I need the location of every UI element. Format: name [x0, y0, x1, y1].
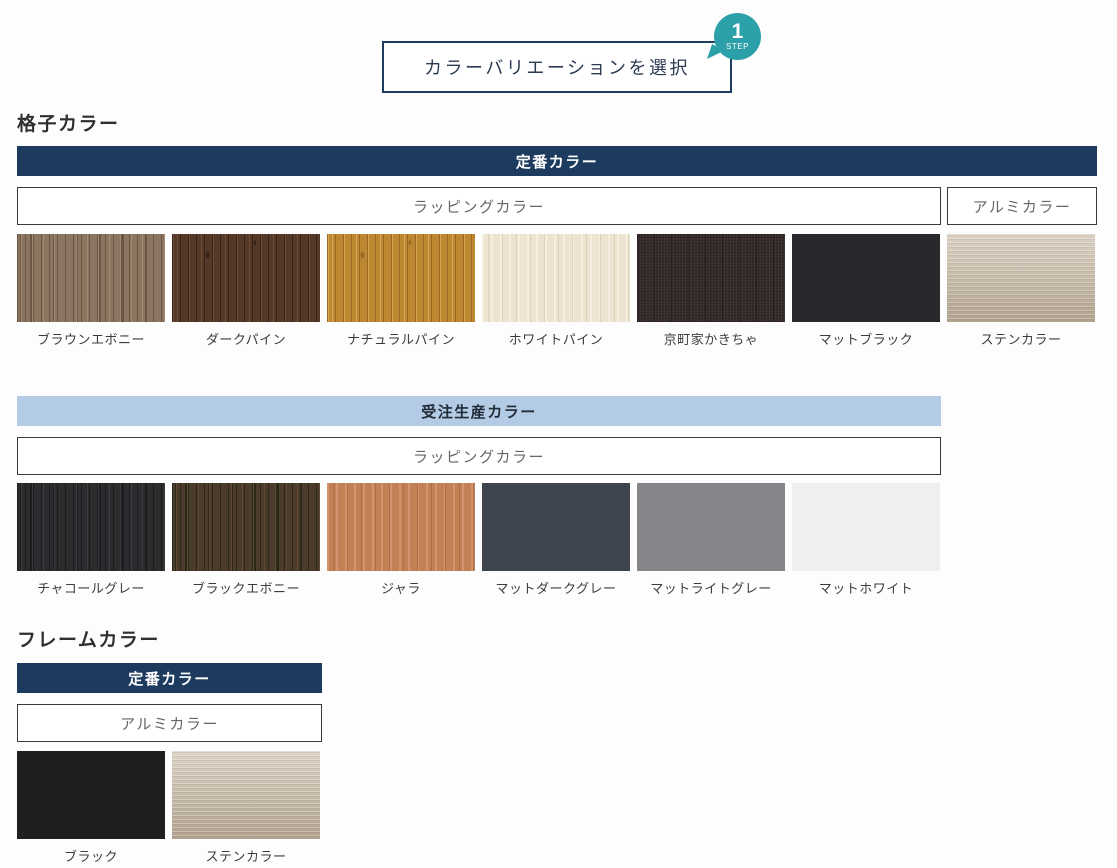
step-number: 1	[732, 21, 744, 42]
frame-swatch-row: ブラック ステンカラー	[17, 751, 1097, 865]
wrapping-color-box: ラッピングカラー	[17, 187, 941, 225]
swatch-image[interactable]	[482, 234, 630, 322]
swatch-image[interactable]	[482, 483, 630, 571]
frame-section-heading: フレームカラー	[17, 628, 1097, 654]
swatch-label: 京町家かきちゃ	[637, 329, 785, 348]
swatch-image[interactable]	[637, 483, 785, 571]
swatch-image[interactable]	[17, 234, 165, 322]
step-label: STEP	[726, 42, 749, 52]
swatch-black-ebony[interactable]: ブラックエボニー	[172, 483, 320, 597]
lattice-made-to-order-swatch-row: チャコールグレー ブラックエボニー ジャラ マットダークグレー マットライトグレ…	[17, 483, 1097, 597]
swatch-label: ホワイトパイン	[482, 329, 630, 348]
lattice-standard-category-row: ラッピングカラー アルミカラー	[17, 187, 1097, 225]
aluminum-color-box: アルミカラー	[947, 187, 1097, 225]
swatch-jarrah[interactable]: ジャラ	[327, 483, 475, 597]
aluminum-color-box: アルミカラー	[17, 704, 322, 742]
swatch-label: ジャラ	[327, 578, 475, 597]
lattice-standard-swatch-row: ブラウンエボニー ダークパイン ナチュラルパイン ホワイトパイン 京町家かきちゃ…	[17, 234, 1097, 348]
swatch-stainless-color[interactable]: ステンカラー	[172, 751, 320, 865]
swatch-matte-white[interactable]: マットホワイト	[792, 483, 940, 597]
swatch-matte-light-gray[interactable]: マットライトグレー	[637, 483, 785, 597]
swatch-label: ブラック	[17, 846, 165, 865]
swatch-image[interactable]	[637, 234, 785, 322]
swatch-label: マットホワイト	[792, 578, 940, 597]
swatch-label: マットライトグレー	[637, 578, 785, 597]
swatch-image[interactable]	[172, 234, 320, 322]
swatch-label: ブラックエボニー	[172, 578, 320, 597]
swatch-image[interactable]	[172, 751, 320, 839]
swatch-image[interactable]	[17, 751, 165, 839]
swatch-white-pine[interactable]: ホワイトパイン	[482, 234, 630, 348]
swatch-dark-pine[interactable]: ダークパイン	[172, 234, 320, 348]
standard-color-bar: 定番カラー	[17, 663, 322, 693]
swatch-image[interactable]	[17, 483, 165, 571]
swatch-matte-black[interactable]: マットブラック	[792, 234, 940, 348]
swatch-image[interactable]	[327, 483, 475, 571]
swatch-label: マットダークグレー	[482, 578, 630, 597]
swatch-label: ステンカラー	[947, 329, 1095, 348]
lattice-section-heading: 格子カラー	[17, 112, 1097, 138]
swatch-black[interactable]: ブラック	[17, 751, 165, 865]
swatch-image[interactable]	[327, 234, 475, 322]
swatch-image[interactable]	[792, 483, 940, 571]
swatch-charcoal-gray[interactable]: チャコールグレー	[17, 483, 165, 597]
swatch-matte-dark-gray[interactable]: マットダークグレー	[482, 483, 630, 597]
swatch-label: チャコールグレー	[17, 578, 165, 597]
swatch-image[interactable]	[172, 483, 320, 571]
swatch-label: ナチュラルパイン	[327, 329, 475, 348]
step-title-box: カラーバリエーションを選択 1 STEP	[382, 41, 732, 93]
page-content: カラーバリエーションを選択 1 STEP 格子カラー 定番カラー ラッピングカラ…	[17, 41, 1097, 865]
swatch-stainless-color[interactable]: ステンカラー	[947, 234, 1095, 348]
wrapping-color-box: ラッピングカラー	[17, 437, 941, 475]
made-to-order-color-bar: 受注生産カラー	[17, 396, 941, 426]
swatch-label: ブラウンエボニー	[17, 329, 165, 348]
swatch-brown-ebony[interactable]: ブラウンエボニー	[17, 234, 165, 348]
swatch-label: ダークパイン	[172, 329, 320, 348]
swatch-image[interactable]	[792, 234, 940, 322]
standard-color-bar: 定番カラー	[17, 146, 1097, 176]
swatch-label: マットブラック	[792, 329, 940, 348]
swatch-label: ステンカラー	[172, 846, 320, 865]
step-title: カラーバリエーションを選択	[424, 54, 690, 80]
badge-tail-icon	[707, 44, 724, 59]
swatch-kyomachiya-kakicha[interactable]: 京町家かきちゃ	[637, 234, 785, 348]
swatch-natural-pine[interactable]: ナチュラルパイン	[327, 234, 475, 348]
swatch-image[interactable]	[947, 234, 1095, 322]
step-badge: 1 STEP	[714, 13, 761, 60]
